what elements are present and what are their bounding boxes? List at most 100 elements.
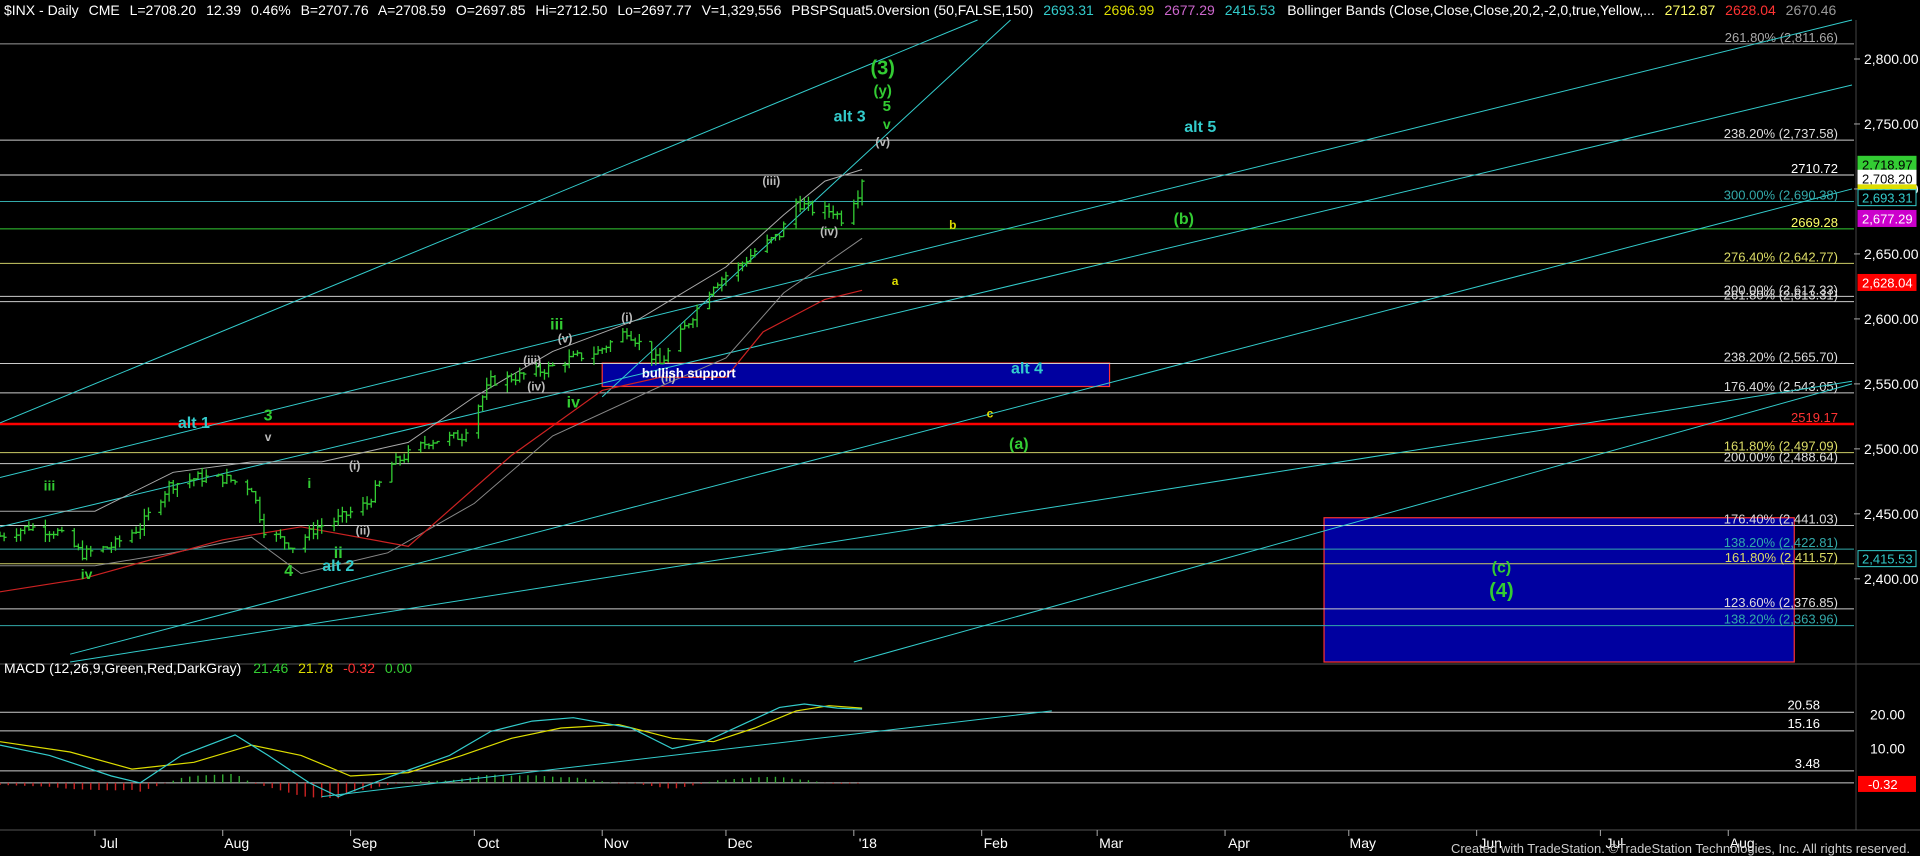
macd-value-3: -0.32: [343, 660, 375, 676]
wave-label: iv: [81, 566, 93, 582]
price-badge: 2,415.53: [1857, 550, 1917, 568]
fib-label: 2669.28: [1791, 215, 1838, 230]
bollinger-name: Bollinger Bands (Close,Close,Close,20,2,…: [1287, 2, 1655, 18]
ask-price: A=2708.59: [378, 2, 446, 18]
bollinger-upper: 2712.87: [1665, 2, 1716, 18]
wave-label: (iii): [762, 174, 780, 188]
wave-label: a: [892, 274, 899, 288]
macd-hline-label: 15.16: [1787, 716, 1820, 731]
price-badge: 2,693.31: [1857, 189, 1917, 207]
fib-label: 300.00% (2,690.38): [1724, 187, 1838, 202]
fib-label: 261.80% (2,613.31): [1724, 288, 1838, 303]
price-badge-text: 2,628.04: [1862, 275, 1913, 290]
price-badge-text: 2,693.31: [1862, 191, 1913, 206]
fib-label: 161.80% (2,411.57): [1725, 550, 1838, 565]
bollinger-lower: 2628.04: [1725, 2, 1776, 18]
wave-label: (ii): [356, 524, 371, 538]
wave-label: b: [949, 218, 956, 232]
date-tick-label: Jul: [100, 835, 118, 851]
wave-label: (i): [621, 311, 632, 325]
wave-label: 3: [264, 407, 273, 424]
price-tick-label: 2,500.00: [1864, 441, 1919, 457]
fib-label: 276.40% (2,642.77): [1724, 249, 1838, 264]
wave-label: alt 4: [1011, 360, 1043, 377]
change-value: 12.39: [206, 2, 241, 18]
macd-value-4: 0.00: [385, 660, 412, 676]
price-badge-text: 2,415.53: [1862, 552, 1913, 567]
date-tick-label: Aug: [224, 835, 249, 851]
wave-label: v: [265, 430, 272, 444]
fib-label: 2710.72: [1791, 161, 1838, 176]
price-badge-text: 2,677.29: [1862, 211, 1913, 226]
price-badge-text: 2,708.20: [1862, 171, 1913, 186]
wave-label: (c): [1492, 559, 1512, 576]
wave-label: c: [987, 407, 994, 421]
macd-hline-label: 20.58: [1787, 697, 1820, 712]
symbol-label: $INX - Daily: [4, 2, 79, 18]
open-price: O=2697.85: [456, 2, 526, 18]
date-tick-label: Oct: [477, 835, 499, 851]
fib-label: 238.20% (2,737.58): [1724, 126, 1838, 141]
wave-label: (iii): [523, 353, 541, 367]
wave-label: (v): [875, 135, 890, 149]
wave-label: alt 3: [834, 108, 866, 125]
macd-badge-text: -0.32: [1868, 777, 1898, 792]
price-badge: 2,677.29: [1857, 209, 1917, 227]
wave-label: alt 1: [178, 415, 210, 432]
date-tick-label: Apr: [1228, 835, 1250, 851]
price-tick-label: 2,600.00: [1864, 311, 1919, 327]
fib-label: 200.00% (2,488.64): [1724, 450, 1838, 465]
low-price: Lo=2697.77: [617, 2, 692, 18]
fib-label: 176.40% (2,441.03): [1724, 512, 1838, 527]
macd-value-2: 21.78: [298, 660, 333, 676]
change-percent: 0.46%: [251, 2, 291, 18]
fib-label: 138.20% (2,363.96): [1724, 612, 1838, 627]
wave-label: (4): [1489, 580, 1513, 602]
wave-label: (a): [1009, 436, 1029, 453]
macd-hline-label: 3.48: [1795, 756, 1820, 771]
macd-tick-label: 10.00: [1870, 741, 1905, 757]
wave-label: (v): [558, 331, 573, 345]
wave-label: (i): [349, 459, 360, 473]
copyright-footer: Created with TradeStation. ©TradeStation…: [1450, 841, 1910, 856]
wave-label: bullish support: [642, 365, 737, 380]
date-tick-label: Sep: [352, 835, 377, 851]
wave-label: v: [883, 116, 891, 132]
wave-label: (iv): [820, 225, 838, 239]
high-price: Hi=2712.50: [535, 2, 607, 18]
wave-label: 4: [284, 563, 293, 580]
fib-label: 2519.17: [1791, 410, 1838, 425]
tradestation-chart: 261.80% (2,811.66)238.20% (2,737.58)2710…: [0, 0, 1920, 856]
macd-tick-label: 20.00: [1870, 706, 1905, 722]
indicator-value-2: 2696.99: [1104, 2, 1155, 18]
volume-value: V=1,329,556: [702, 2, 782, 18]
wave-label: i: [307, 475, 311, 491]
wave-label: iii: [44, 477, 56, 493]
price-badge: 2,708.20: [1857, 169, 1917, 187]
date-tick-label: Nov: [604, 835, 629, 851]
price-tick-label: 2,550.00: [1864, 376, 1919, 392]
indicator-value-1: 2693.31: [1043, 2, 1094, 18]
fib-label: 238.20% (2,565.70): [1724, 349, 1838, 364]
svg-text:$INX - Daily CME L: $INX - Daily CME L=2708.20 12.39 0.46% B…: [4, 2, 1836, 18]
wave-label: (3): [870, 58, 894, 80]
date-tick-label: May: [1350, 835, 1376, 851]
wave-label: alt 2: [322, 558, 354, 575]
svg-text:MACD (12,26,9,Green,Red,DarkGr: MACD (12,26,9,Green,Red,DarkGray) 21.46 …: [4, 660, 412, 676]
indicator-value-3: 2677.29: [1164, 2, 1215, 18]
fib-label: 123.60% (2,376.85): [1724, 595, 1838, 610]
wave-label: 5: [883, 98, 891, 115]
price-tick-label: 2,750.00: [1864, 116, 1919, 132]
fib-label: 138.20% (2,422.81): [1724, 535, 1838, 550]
date-tick-label: Dec: [727, 835, 752, 851]
price-tick-label: 2,650.00: [1864, 246, 1919, 262]
price-tick-label: 2,400.00: [1864, 571, 1919, 587]
wave-label: iv: [567, 394, 580, 411]
wave-label: (y): [874, 82, 892, 99]
date-tick-label: Mar: [1099, 835, 1123, 851]
price-tick-label: 2,800.00: [1864, 51, 1919, 67]
date-tick-label: '18: [859, 835, 877, 851]
last-price: L=2708.20: [130, 2, 197, 18]
date-tick-label: Feb: [984, 835, 1008, 851]
wave-label: alt 5: [1184, 119, 1216, 136]
